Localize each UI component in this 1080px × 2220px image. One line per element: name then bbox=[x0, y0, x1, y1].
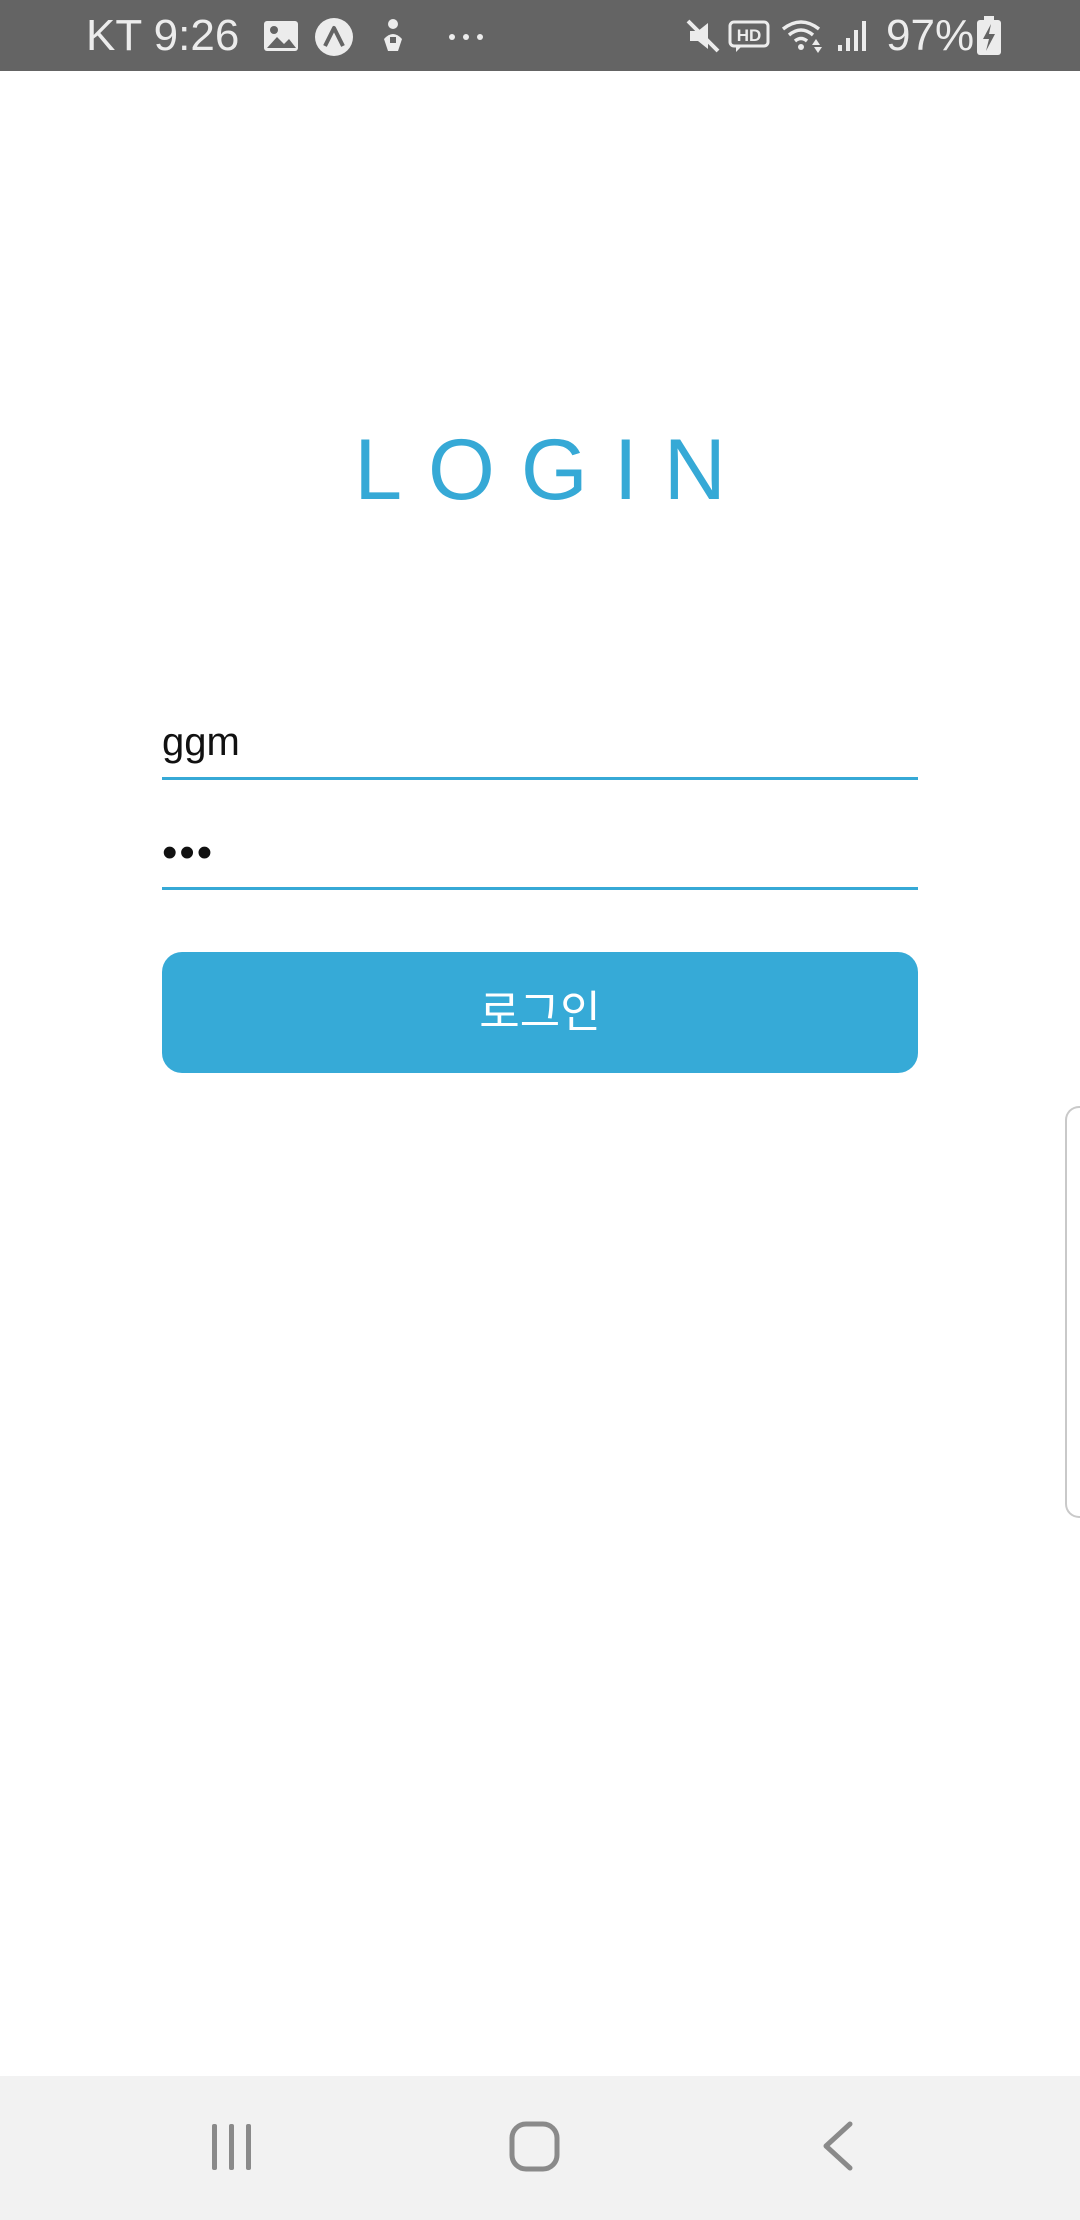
battery-percent: 97% bbox=[886, 11, 975, 60]
password-input[interactable] bbox=[162, 818, 918, 890]
wifi-icon bbox=[780, 17, 826, 55]
status-carrier-time: KT 9:26 bbox=[86, 11, 240, 60]
navigation-bar bbox=[0, 2076, 1080, 2220]
recent-apps-icon bbox=[212, 2124, 251, 2170]
image-icon bbox=[262, 17, 300, 55]
login-button[interactable]: 로그인 bbox=[162, 952, 918, 1073]
more-notifications-icon bbox=[444, 17, 488, 55]
home-button[interactable] bbox=[474, 2076, 594, 2220]
app-a-icon bbox=[314, 17, 353, 56]
hd-voice-icon: HD bbox=[728, 17, 770, 55]
accessibility-icon bbox=[374, 17, 412, 55]
mute-icon bbox=[684, 17, 722, 55]
back-button[interactable] bbox=[778, 2076, 898, 2220]
login-title: LOGIN bbox=[354, 422, 752, 518]
status-bar: KT 9:26 HD 97% bbox=[0, 0, 1080, 71]
edge-panel-handle[interactable] bbox=[1065, 1106, 1080, 1518]
signal-icon bbox=[834, 17, 872, 55]
back-icon bbox=[823, 2121, 853, 2171]
home-icon bbox=[509, 2121, 560, 2172]
svg-text:HD: HD bbox=[737, 26, 762, 45]
battery-charging-icon bbox=[976, 16, 1002, 55]
username-input[interactable] bbox=[162, 708, 918, 780]
recent-apps-button[interactable] bbox=[172, 2076, 292, 2220]
